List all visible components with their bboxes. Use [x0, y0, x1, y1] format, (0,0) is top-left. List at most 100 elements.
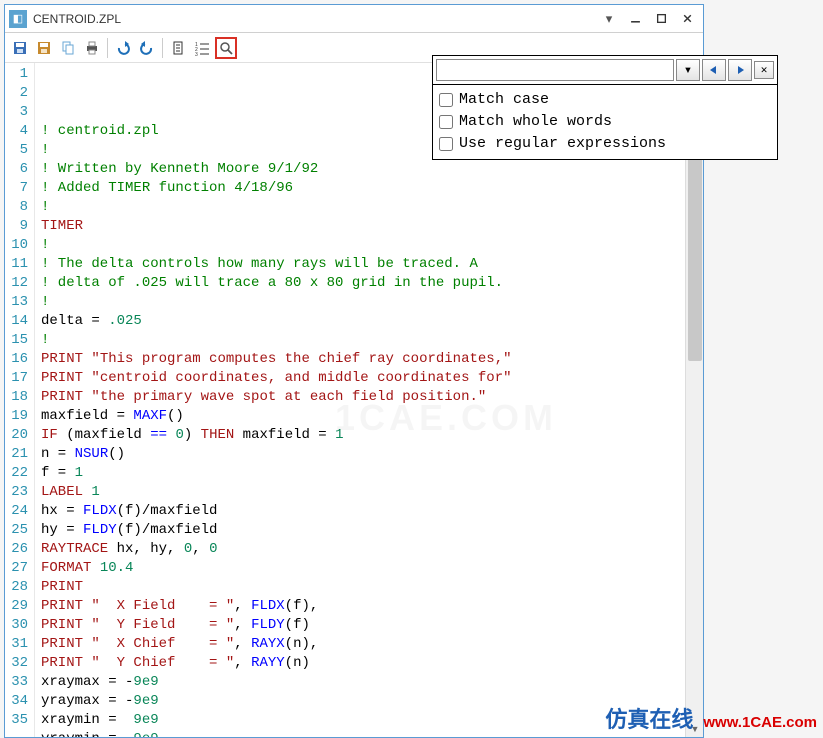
- match-case-option[interactable]: Match case: [439, 89, 771, 111]
- line-number: 31: [5, 635, 28, 654]
- line-number: 24: [5, 502, 28, 521]
- line-number: 29: [5, 597, 28, 616]
- copy-button[interactable]: [57, 37, 79, 59]
- line-number: 15: [5, 331, 28, 350]
- line-number: 25: [5, 521, 28, 540]
- match-case-label: Match case: [459, 89, 549, 111]
- redo-button[interactable]: [136, 37, 158, 59]
- line-number: 35: [5, 711, 28, 730]
- undo-button[interactable]: [112, 37, 134, 59]
- code-line[interactable]: ! Written by Kenneth Moore 9/1/92: [41, 160, 685, 179]
- code-line[interactable]: !: [41, 198, 685, 217]
- search-close-button[interactable]: ✕: [754, 61, 774, 79]
- line-number: 19: [5, 407, 28, 426]
- line-number-gutter: 1234567891011121314151617181920212223242…: [5, 63, 35, 737]
- line-number: 28: [5, 578, 28, 597]
- line-number: 1: [5, 65, 28, 84]
- line-number: 33: [5, 673, 28, 692]
- code-line[interactable]: PRINT " X Field = ", FLDX(f),: [41, 597, 685, 616]
- code-line[interactable]: hx = FLDX(f)/maxfield: [41, 502, 685, 521]
- window-title: CENTROID.ZPL: [33, 12, 597, 26]
- search-history-dropdown[interactable]: ▾: [676, 59, 700, 81]
- line-number: 4: [5, 122, 28, 141]
- line-number: 23: [5, 483, 28, 502]
- code-line[interactable]: PRINT: [41, 578, 685, 597]
- find-prev-button[interactable]: [702, 59, 726, 81]
- line-number: 17: [5, 369, 28, 388]
- code-line[interactable]: PRINT " X Chief = ", RAYX(n),: [41, 635, 685, 654]
- footer-branding: 仿真在线 www.1CAE.com: [605, 702, 817, 734]
- footer-url-text: www.1CAE.com: [703, 714, 817, 731]
- whole-words-label: Match whole words: [459, 111, 612, 133]
- line-number: 21: [5, 445, 28, 464]
- line-number: 7: [5, 179, 28, 198]
- code-line[interactable]: PRINT " Y Field = ", FLDY(f): [41, 616, 685, 635]
- code-line[interactable]: ! Added TIMER function 4/18/96: [41, 179, 685, 198]
- code-line[interactable]: TIMER: [41, 217, 685, 236]
- code-line[interactable]: FORMAT 10.4: [41, 559, 685, 578]
- regex-option[interactable]: Use regular expressions: [439, 133, 771, 155]
- minimize-button[interactable]: [623, 9, 647, 29]
- line-number: 12: [5, 274, 28, 293]
- code-line[interactable]: ! The delta controls how many rays will …: [41, 255, 685, 274]
- line-number: 3: [5, 103, 28, 122]
- titlebar: ◧ CENTROID.ZPL ▾: [5, 5, 703, 33]
- code-line[interactable]: IF (maxfield == 0) THEN maxfield = 1: [41, 426, 685, 445]
- code-line[interactable]: maxfield = MAXF(): [41, 407, 685, 426]
- line-number: 18: [5, 388, 28, 407]
- regex-label: Use regular expressions: [459, 133, 666, 155]
- code-line[interactable]: !: [41, 236, 685, 255]
- save-button[interactable]: [9, 37, 31, 59]
- print-button[interactable]: [81, 37, 103, 59]
- regex-checkbox[interactable]: [439, 137, 453, 151]
- code-line[interactable]: yraymin = 9e9: [41, 730, 685, 737]
- vertical-scrollbar[interactable]: ▲ ▼: [685, 63, 703, 737]
- line-number: 27: [5, 559, 28, 578]
- line-number: 11: [5, 255, 28, 274]
- svg-text:3: 3: [195, 52, 198, 56]
- app-icon: ◧: [9, 10, 27, 28]
- code-line[interactable]: !: [41, 293, 685, 312]
- editor-area: 1234567891011121314151617181920212223242…: [5, 63, 703, 737]
- search-input[interactable]: [436, 59, 674, 81]
- footer-cn-text: 仿真在线: [605, 702, 693, 734]
- code-line[interactable]: n = NSUR(): [41, 445, 685, 464]
- code-line[interactable]: xraymax = -9e9: [41, 673, 685, 692]
- code-line[interactable]: xraymin = 9e9: [41, 711, 685, 730]
- close-button[interactable]: [675, 9, 699, 29]
- maximize-button[interactable]: [649, 9, 673, 29]
- save-as-button[interactable]: [33, 37, 55, 59]
- line-number: 22: [5, 464, 28, 483]
- line-number: 20: [5, 426, 28, 445]
- code-line[interactable]: f = 1: [41, 464, 685, 483]
- line-number: 16: [5, 350, 28, 369]
- line-number: 6: [5, 160, 28, 179]
- code-line[interactable]: PRINT "the primary wave spot at each fie…: [41, 388, 685, 407]
- code-line[interactable]: PRINT "centroid coordinates, and middle …: [41, 369, 685, 388]
- line-numbers-button[interactable]: 123: [191, 37, 213, 59]
- find-next-button[interactable]: [728, 59, 752, 81]
- whole-words-checkbox[interactable]: [439, 115, 453, 129]
- line-number: 9: [5, 217, 28, 236]
- code-content[interactable]: 1CAE.COM ! centroid.zpl!! Written by Ken…: [35, 63, 685, 737]
- match-case-checkbox[interactable]: [439, 93, 453, 107]
- line-number: 10: [5, 236, 28, 255]
- line-number: 14: [5, 312, 28, 331]
- line-number: 2: [5, 84, 28, 103]
- code-line[interactable]: RAYTRACE hx, hy, 0, 0: [41, 540, 685, 559]
- dropdown-window-button[interactable]: ▾: [597, 9, 621, 29]
- code-line[interactable]: LABEL 1: [41, 483, 685, 502]
- document-view-button[interactable]: [167, 37, 189, 59]
- line-number: 13: [5, 293, 28, 312]
- code-line[interactable]: !: [41, 331, 685, 350]
- code-line[interactable]: yraymax = -9e9: [41, 692, 685, 711]
- code-line[interactable]: ! delta of .025 will trace a 80 x 80 gri…: [41, 274, 685, 293]
- code-line[interactable]: delta = .025: [41, 312, 685, 331]
- line-number: 32: [5, 654, 28, 673]
- line-number: 5: [5, 141, 28, 160]
- code-line[interactable]: hy = FLDY(f)/maxfield: [41, 521, 685, 540]
- code-line[interactable]: PRINT "This program computes the chief r…: [41, 350, 685, 369]
- code-line[interactable]: PRINT " Y Chief = ", RAYY(n): [41, 654, 685, 673]
- whole-words-option[interactable]: Match whole words: [439, 111, 771, 133]
- find-button[interactable]: [215, 37, 237, 59]
